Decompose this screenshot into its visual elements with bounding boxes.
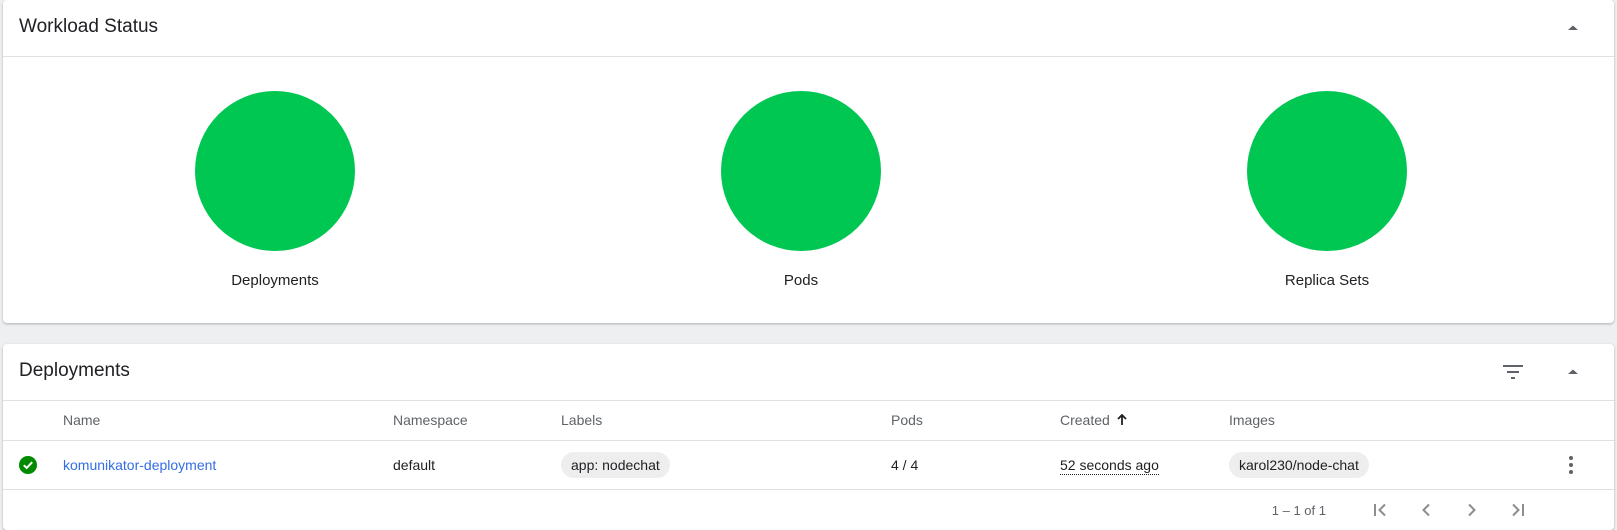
next-page-button[interactable] <box>1456 494 1488 526</box>
filter-icon <box>1503 365 1523 379</box>
replica-sets-status-chart[interactable] <box>1247 91 1407 251</box>
workload-status-title: Workload Status <box>19 16 159 37</box>
paginator: 1 – 1 of 1 <box>3 490 1614 530</box>
arrow-up-icon <box>1568 369 1578 374</box>
arrow-up-icon <box>1568 25 1578 30</box>
pods-cell: 4 / 4 <box>891 457 919 473</box>
pods-status: Pods <box>691 91 911 289</box>
chevron-left-icon <box>1422 503 1430 517</box>
pods-status-chart[interactable] <box>721 91 881 251</box>
column-header-labels: Labels <box>561 412 603 428</box>
pods-status-label: Pods <box>783 272 819 289</box>
deployment-name-cell: komunikator-deployment <box>63 457 216 473</box>
collapse-deployments-button[interactable] <box>1557 356 1589 388</box>
created-time[interactable]: 52 seconds ago <box>1060 457 1159 475</box>
table-header: Name Namespace Labels Pods Created Image… <box>3 400 1614 441</box>
first-page-icon <box>1374 503 1386 517</box>
replica-sets-status-label: Replica Sets <box>1284 272 1370 289</box>
table-row: komunikator-deployment default app: node… <box>3 441 1614 490</box>
deployments-title: Deployments <box>19 360 130 381</box>
collapse-workload-button[interactable] <box>1557 12 1589 44</box>
workload-status-card: Workload Status Deployments Pods Replica… <box>3 0 1614 323</box>
created-cell: 52 seconds ago <box>1060 457 1159 475</box>
filter-button[interactable] <box>1497 356 1529 388</box>
deployments-header: Deployments <box>3 344 1614 401</box>
sort-arrow-up-icon <box>1117 414 1127 425</box>
image-chip: karol230/node-chat <box>1229 452 1369 478</box>
deployments-status-chart[interactable] <box>195 91 355 251</box>
more-vert-icon <box>1569 456 1573 474</box>
replica-sets-status: Replica Sets <box>1217 91 1437 289</box>
paginator-range-label: 1 – 1 of 1 <box>1271 503 1326 518</box>
first-page-button[interactable] <box>1364 494 1396 526</box>
column-header-name[interactable]: Name <box>63 412 100 428</box>
row-actions-button[interactable] <box>1555 449 1587 481</box>
deployments-status: Deployments <box>165 91 385 289</box>
last-page-icon <box>1512 503 1524 517</box>
deployments-card: Deployments Name Namespace Labels Pods C… <box>3 344 1614 530</box>
check-circle-icon <box>19 456 37 474</box>
column-header-created: Created <box>1060 412 1110 428</box>
namespace-cell: default <box>393 457 436 473</box>
last-page-button[interactable] <box>1502 494 1534 526</box>
deployments-status-label: Deployments <box>231 272 319 289</box>
previous-page-button[interactable] <box>1410 494 1442 526</box>
column-header-namespace[interactable]: Namespace <box>393 412 468 428</box>
column-header-pods: Pods <box>891 412 923 428</box>
chevron-right-icon <box>1468 503 1476 517</box>
column-header-created-wrap[interactable]: Created <box>1060 412 1128 428</box>
label-chip: app: nodechat <box>561 452 670 478</box>
column-header-images: Images <box>1229 412 1275 428</box>
deployment-name-link[interactable]: komunikator-deployment <box>63 457 216 473</box>
workload-status-header: Workload Status <box>3 0 1614 57</box>
